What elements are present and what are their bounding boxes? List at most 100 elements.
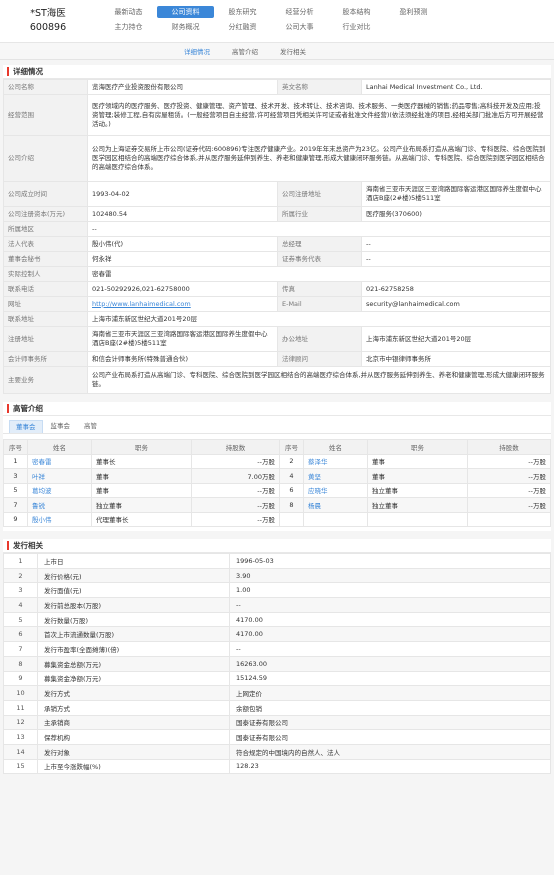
email: security@lanhaimedical.com [361, 296, 551, 312]
nav-operations[interactable]: 经营分析 [271, 6, 328, 18]
row-value: -- [229, 597, 551, 613]
table-row: 6 首次上市流通数量(万股) 4170.00 [3, 626, 551, 643]
row-label: 承销方式 [37, 699, 230, 716]
label-email: E-Mail [277, 296, 362, 312]
row-value: 国泰证券有限公司 [229, 714, 551, 731]
col-shares: 持股数 [191, 439, 280, 455]
company-intro: 公司为上海证券交易所上市公司(证券代码:600896)专注医疗健康产业。2019… [87, 135, 551, 182]
row-label: 募集资金总额(万元) [37, 655, 230, 672]
person-link[interactable]: 应晓华 [303, 482, 368, 498]
person-link[interactable]: 杨晨 [303, 497, 368, 513]
table-row: 13 保荐机构 国泰证券有限公司 [3, 729, 551, 745]
label-gm: 总经理 [277, 236, 362, 252]
col-position-2: 职务 [367, 439, 468, 455]
row-index: 2 [3, 567, 38, 584]
row-index: 9 [3, 670, 38, 687]
row-label: 主承销商 [37, 714, 230, 731]
nav-finance[interactable]: 财务概况 [157, 21, 214, 33]
details-title: 详细情况 [3, 65, 551, 79]
label-website: 网址 [3, 296, 88, 312]
label-legal-rep: 法人代表 [3, 236, 88, 252]
col-index-2: 序号 [279, 439, 304, 455]
label-capital: 公司注册资本(万元) [3, 206, 88, 222]
row-index: 7 [3, 641, 38, 657]
table-row: 4 发行前总股本(万股) -- [3, 597, 551, 613]
col-name-2: 姓名 [303, 439, 368, 455]
col-name: 姓名 [27, 439, 92, 455]
row-value: 16263.00 [229, 655, 551, 672]
law-firm: 北京市中银律师事务所 [361, 351, 551, 367]
header: *ST海医 600896 最新动态 公司资料 股东研究 经营分析 股本结构 盈利… [0, 0, 554, 43]
row-label: 发行市盈率(全面摊薄)(倍) [37, 641, 230, 657]
main-nav: 最新动态 公司资料 股东研究 经营分析 股本结构 盈利预测 主力持仓 财务概况 … [100, 4, 554, 34]
row-index: 14 [3, 743, 38, 760]
nav-capital-structure[interactable]: 股本结构 [328, 6, 385, 18]
row-index: 10 [3, 685, 38, 701]
table-row: 5 葛均波 董事 --万股 6 应晓华 独立董事 --万股 [3, 482, 551, 498]
row-value: 1996-05-03 [229, 553, 551, 569]
stock-title: *ST海医 600896 [4, 7, 92, 35]
row-label: 发行面值(元) [37, 582, 230, 599]
row-value: 余额包销 [229, 699, 551, 716]
tab-supervisors[interactable]: 监事会 [45, 420, 77, 433]
subnav-issuance[interactable]: 发行相关 [280, 46, 306, 56]
tab-executives[interactable]: 高管 [78, 420, 103, 433]
col-shares-2: 持股数 [467, 439, 551, 455]
person-link[interactable]: 密春雷 [27, 453, 92, 469]
person-link[interactable]: 蔡泽华 [303, 453, 368, 469]
table-row: 5 发行数量(万股) 4170.00 [3, 611, 551, 628]
table-row: 12 主承销商 国泰证券有限公司 [3, 714, 551, 731]
person-link[interactable]: 鲁锐 [27, 497, 92, 513]
table-row: 7 发行市盈率(全面摊薄)(倍) -- [3, 641, 551, 657]
row-label: 首次上市流通数量(万股) [37, 626, 230, 643]
nav-dividends[interactable]: 分红融资 [214, 21, 271, 33]
label-controller: 实际控制人 [3, 266, 88, 282]
board-secretary: 何永祥 [87, 251, 278, 267]
person-link[interactable]: 葛均波 [27, 482, 92, 498]
table-row: 10 发行方式 上网定价 [3, 685, 551, 701]
general-manager: -- [361, 236, 551, 252]
row-index: 15 [3, 758, 38, 775]
nav-latest[interactable]: 最新动态 [100, 6, 157, 18]
nav-shareholders[interactable]: 股东研究 [214, 6, 271, 18]
sub-nav: 详细情况 高管介绍 发行相关 [0, 43, 554, 60]
label-industry: 所属行业 [277, 206, 362, 222]
nav-events[interactable]: 公司大事 [271, 21, 328, 33]
person-link[interactable]: 黄坚 [303, 468, 368, 484]
person-link[interactable]: 叶祥 [27, 468, 92, 484]
table-row: 9 募集资金净额(万元) 15124.59 [3, 670, 551, 687]
row-value: 符合规定的中国境内的自然人、法人 [229, 743, 551, 760]
company-name: 览海医疗产业投资股份有限公司 [87, 79, 278, 95]
website-link[interactable]: http://www.lanhaimedical.com [92, 300, 191, 308]
registered-address-2: 海南省三亚市天涯区三亚湾路国际客运港区国际养生度假中心酒店B座(2#楼)5楼51… [87, 326, 278, 352]
table-row: 11 承销方式 余额包销 [3, 699, 551, 716]
row-value: 15124.59 [229, 670, 551, 687]
business-scope: 医疗领域内的医疗服务、医疗投资、健康管理、资产管理、技术开发、技术转让、技术咨询… [87, 94, 551, 136]
row-label: 保荐机构 [37, 729, 230, 745]
region: -- [87, 221, 551, 237]
tab-board[interactable]: 董事会 [9, 420, 43, 433]
nav-company-profile[interactable]: 公司资料 [157, 5, 214, 18]
person-link[interactable]: 殷小伟 [27, 511, 92, 527]
row-index: 11 [3, 699, 38, 716]
label-business: 主要业务 [3, 366, 88, 394]
management-table: 序号 姓名 职务 持股数 序号 姓名 职务 持股数 1 密春雷 董事长 --万股 2蔡… [3, 439, 551, 527]
nav-forecast[interactable]: 盈利预测 [385, 6, 442, 18]
table-row: 2 发行价格(元) 3.90 [3, 567, 551, 584]
table-row: 3 发行面值(元) 1.00 [3, 582, 551, 599]
label-law: 法律顾问 [277, 351, 362, 367]
row-label: 上市日 [37, 553, 230, 569]
securities-rep: -- [361, 251, 551, 267]
label-scope: 经营范围 [3, 94, 88, 136]
nav-holdings[interactable]: 主力持仓 [100, 21, 157, 33]
founded-date: 1993-04-02 [87, 181, 278, 207]
row-label: 发行前总股本(万股) [37, 597, 230, 613]
label-founded: 公司成立时间 [3, 181, 88, 207]
subnav-management[interactable]: 高管介绍 [232, 46, 258, 56]
row-index: 5 [3, 611, 38, 628]
office-address: 上海市浦东新区世纪大道201号20层 [361, 326, 551, 352]
nav-industry[interactable]: 行业对比 [328, 21, 385, 33]
label-rep: 证券事务代表 [277, 251, 362, 267]
subnav-details[interactable]: 详细情况 [184, 46, 210, 56]
label-english-name: 英文名称 [277, 79, 362, 95]
